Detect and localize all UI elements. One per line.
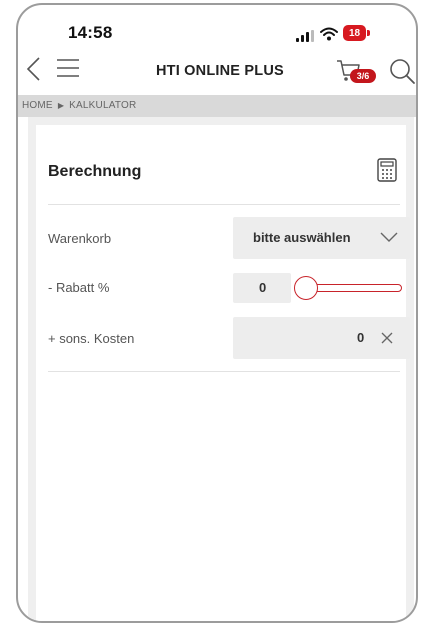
back-icon[interactable]	[23, 55, 45, 83]
battery-tip	[367, 30, 370, 36]
warenkorb-select-value: bitte auswählen	[253, 230, 351, 245]
chevron-down-icon	[380, 232, 398, 242]
calculator-icon[interactable]	[377, 158, 397, 182]
calculation-card: Berechnung Warenkorb bitte auswählen - R…	[36, 125, 410, 621]
breadcrumb-separator-icon: ▶	[57, 101, 65, 110]
breadcrumb: HOME ▶ KALKULATOR	[18, 95, 416, 117]
cart-count-badge: 3/6	[350, 69, 376, 83]
rabatt-label: - Rabatt %	[48, 280, 110, 295]
rabatt-value: 0	[259, 280, 267, 295]
app-header: HTI ONLINE PLUS 3/6	[18, 49, 416, 93]
sons-kosten-input[interactable]: 0	[233, 317, 410, 359]
phone-frame: 14:58 18 HTI ONLINE PLUS 3/6 HOME ▶ KALK…	[16, 3, 418, 623]
search-icon[interactable]	[388, 57, 416, 85]
rabatt-slider[interactable]	[294, 275, 402, 301]
signal-icon	[296, 30, 314, 42]
battery-icon: 18	[343, 25, 371, 41]
rabatt-slider-handle[interactable]	[294, 276, 318, 300]
status-time: 14:58	[68, 23, 113, 42]
menu-icon[interactable]	[56, 57, 80, 79]
wifi-icon	[320, 27, 338, 41]
breadcrumb-home[interactable]: HOME	[22, 100, 53, 111]
warenkorb-label: Warenkorb	[48, 231, 112, 246]
warenkorb-select[interactable]: bitte auswählen	[233, 217, 410, 259]
clear-icon[interactable]	[380, 331, 394, 345]
breadcrumb-current: KALKULATOR	[69, 100, 137, 111]
rabatt-value-field[interactable]: 0	[233, 273, 291, 303]
content-area: Berechnung Warenkorb bitte auswählen - R…	[28, 117, 414, 621]
battery-level: 18	[343, 25, 366, 41]
app-title: HTI ONLINE PLUS	[156, 63, 284, 79]
card-title: Berechnung	[48, 163, 142, 180]
sons-kosten-value: 0	[357, 330, 365, 345]
status-bar: 14:58 18	[18, 5, 416, 49]
divider-top	[48, 204, 400, 205]
sons-kosten-label: + sons. Kosten	[48, 331, 135, 346]
divider-bottom	[48, 371, 400, 372]
rabatt-slider-track[interactable]	[306, 284, 402, 292]
